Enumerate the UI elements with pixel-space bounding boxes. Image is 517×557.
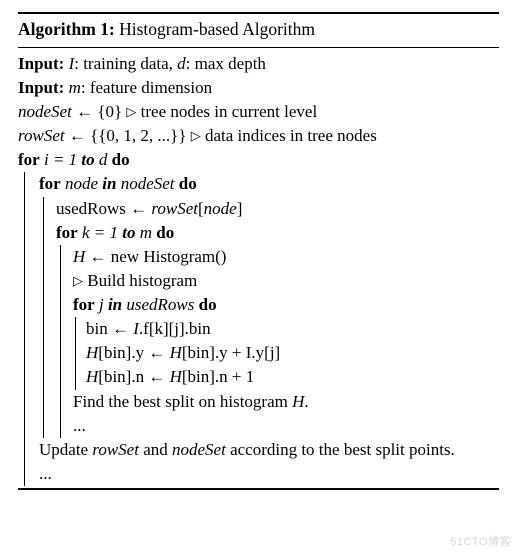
find-split-line: Find the best split on histogram H.	[73, 390, 499, 414]
for-node-body: usedRows ← rowSet[node] for k = 1 to m d…	[43, 197, 499, 438]
usedrows-line: usedRows ← rowSet[node]	[56, 197, 499, 221]
triangle-icon: ▷	[73, 273, 83, 288]
triangle-icon: ▷	[126, 104, 136, 119]
for-node-header: for node in nodeSet do	[39, 172, 499, 196]
algorithm-block: Algorithm 1: Histogram-based Algorithm I…	[18, 12, 499, 490]
dots-line: ...	[39, 462, 499, 486]
bin-line: bin ← I.f[k][j].bin	[86, 317, 499, 341]
for-j-body: bin ← I.f[k][j].bin H[bin].y ← H[bin].y …	[75, 317, 499, 389]
input-line-2: Input: m: feature dimension	[18, 76, 499, 100]
nodeset-line: nodeSet ← {0} ▷ tree nodes in current le…	[18, 100, 499, 124]
watermark: 51CTO博客	[450, 535, 511, 551]
dots-line: ...	[73, 414, 499, 438]
for-k-header: for k = 1 to m do	[56, 221, 499, 245]
for-i-body: for node in nodeSet do usedRows ← rowSet…	[24, 172, 499, 486]
algorithm-title: Algorithm 1: Histogram-based Algorithm	[18, 14, 499, 48]
for-j-header: for j in usedRows do	[73, 293, 499, 317]
for-k-body: H ← new Histogram() ▷ Build histogram fo…	[60, 245, 499, 438]
title-label: Algorithm 1:	[18, 19, 115, 39]
input-line-1: Input: I: training data, d: max depth	[18, 52, 499, 76]
update-line: Update rowSet and nodeSet according to t…	[39, 438, 499, 462]
title-text: Histogram-based Algorithm	[119, 19, 315, 39]
algorithm-body: Input: I: training data, d: max depth In…	[18, 48, 499, 488]
for-i-header: for i = 1 to d do	[18, 148, 499, 172]
hy-line: H[bin].y ← H[bin].y + I.y[j]	[86, 341, 499, 365]
hn-line: H[bin].n ← H[bin].n + 1	[86, 365, 499, 389]
h-new-line: H ← new Histogram()	[73, 245, 499, 269]
build-histogram-line: ▷ Build histogram	[73, 269, 499, 293]
rowset-line: rowSet ← {{0, 1, 2, ...}} ▷ data indices…	[18, 124, 499, 148]
triangle-icon: ▷	[191, 128, 201, 143]
